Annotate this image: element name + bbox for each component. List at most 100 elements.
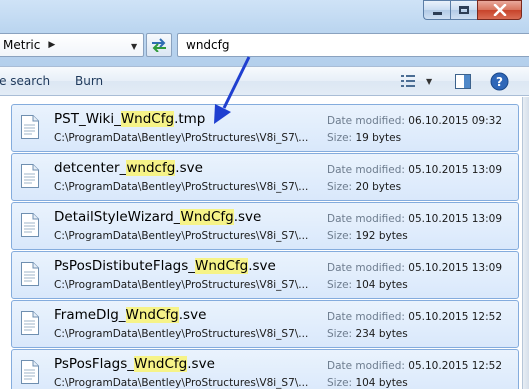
file-path: C:\ProgramData\Bentley\ProStructures\V8i… bbox=[54, 377, 309, 389]
date-modified: Date modified: 05.10.2015 13:09 bbox=[327, 213, 502, 225]
file-size-label: Size: bbox=[327, 181, 353, 193]
list-item[interactable]: DetailStyleWizard_WndCfg.sve C:\ProgramD… bbox=[11, 202, 519, 250]
file-name-prefix: PsPosDistibuteFlags_ bbox=[54, 258, 195, 274]
file-size: Size: 20 bytes bbox=[327, 181, 401, 193]
preview-pane-button[interactable] bbox=[455, 74, 471, 92]
search-results-list: PST_Wiki_WndCfg.tmp C:\ProgramData\Bentl… bbox=[11, 104, 519, 389]
file-size: Size: 104 bytes bbox=[327, 279, 408, 291]
file-icon bbox=[20, 262, 40, 289]
minimize-button[interactable] bbox=[423, 0, 450, 20]
close-button[interactable] bbox=[477, 0, 522, 20]
file-name-prefix: detcenter_ bbox=[54, 160, 127, 176]
maximize-button[interactable] bbox=[450, 0, 477, 20]
file-size-label: Size: bbox=[327, 377, 353, 389]
date-modified-value: 05.10.2015 13:09 bbox=[408, 213, 503, 225]
date-modified-value: 05.10.2015 13:09 bbox=[408, 164, 503, 176]
date-modified-label: Date modified: bbox=[327, 213, 405, 225]
file-name-prefix: PsPosFlags_ bbox=[54, 356, 135, 372]
views-button[interactable]: ▼ bbox=[400, 74, 432, 88]
search-match-highlight: WndCfg bbox=[125, 307, 179, 323]
date-modified: Date modified: 05.10.2015 12:52 bbox=[327, 311, 502, 323]
file-name-prefix: PST_Wiki_ bbox=[54, 111, 121, 127]
date-modified-label: Date modified: bbox=[327, 311, 405, 323]
list-item[interactable]: FrameDlg_WndCfg.sve C:\ProgramData\Bentl… bbox=[11, 300, 519, 348]
file-size-value: 192 bytes bbox=[355, 230, 408, 242]
file-icon bbox=[20, 311, 40, 338]
breadcrumb-chevron-icon[interactable]: ▶ bbox=[48, 40, 55, 50]
file-name-prefix: DetailStyleWizard_ bbox=[54, 209, 181, 225]
search-match-highlight: WndCfg bbox=[194, 258, 249, 274]
file-size-value: 104 bytes bbox=[355, 377, 408, 389]
file-path: C:\ProgramData\Bentley\ProStructures\V8i… bbox=[54, 132, 309, 144]
search-match-highlight: wndcfg bbox=[126, 160, 176, 176]
vertical-scrollbar[interactable] bbox=[522, 97, 529, 389]
date-modified: Date modified: 05.10.2015 13:09 bbox=[327, 262, 502, 274]
date-modified-label: Date modified: bbox=[327, 262, 405, 274]
file-icon bbox=[20, 115, 40, 142]
search-match-highlight: WndCfg bbox=[120, 111, 175, 127]
file-icon bbox=[20, 213, 40, 240]
toolbar: ve search Burn ▼ ? bbox=[0, 66, 529, 96]
file-size: Size: 234 bytes bbox=[327, 328, 408, 340]
file-icon bbox=[20, 164, 40, 191]
window-frame: Metric ▶ ▼ wndcfg bbox=[0, 0, 529, 66]
list-item[interactable]: PsPosDistibuteFlags_WndCfg.sve C:\Progra… bbox=[11, 251, 519, 299]
list-item[interactable]: detcenter_wndcfg.sve C:\ProgramData\Bent… bbox=[11, 153, 519, 201]
file-size: Size: 19 bytes bbox=[327, 132, 401, 144]
file-name: detcenter_wndcfg.sve bbox=[54, 160, 203, 176]
preview-pane-icon bbox=[455, 74, 471, 89]
date-modified-label: Date modified: bbox=[327, 360, 405, 372]
file-path: C:\ProgramData\Bentley\ProStructures\V8i… bbox=[54, 279, 309, 291]
file-name-extension: .sve bbox=[187, 356, 215, 372]
file-name: FrameDlg_WndCfg.sve bbox=[54, 307, 206, 323]
refresh-button[interactable] bbox=[146, 33, 172, 57]
file-name: PST_Wiki_WndCfg.tmp bbox=[54, 111, 205, 127]
address-bar[interactable]: Metric ▶ bbox=[0, 33, 144, 57]
file-name-extension: .tmp bbox=[174, 111, 206, 127]
date-modified: Date modified: 05.10.2015 12:52 bbox=[327, 360, 502, 372]
file-name-extension: .sve bbox=[248, 258, 276, 274]
date-modified-value: 05.10.2015 13:09 bbox=[408, 262, 503, 274]
search-match-highlight: WndCfg bbox=[180, 209, 234, 225]
file-name-extension: .sve bbox=[233, 209, 262, 225]
file-size-label: Size: bbox=[327, 279, 353, 291]
date-modified: Date modified: 06.10.2015 09:32 bbox=[327, 115, 502, 127]
search-input[interactable]: wndcfg bbox=[177, 33, 529, 57]
file-path: C:\ProgramData\Bentley\ProStructures\V8i… bbox=[54, 328, 309, 340]
date-modified-label: Date modified: bbox=[327, 115, 405, 127]
list-item[interactable]: PsPosFlags_WndCfg.sve C:\ProgramData\Ben… bbox=[11, 349, 519, 389]
file-size-value: 19 bytes bbox=[355, 132, 402, 144]
file-size-value: 234 bytes bbox=[355, 328, 408, 340]
maximize-icon bbox=[459, 6, 469, 14]
views-dropdown-icon[interactable]: ▼ bbox=[426, 77, 432, 86]
save-search-button[interactable]: ve search bbox=[0, 74, 50, 88]
date-modified: Date modified: 05.10.2015 13:09 bbox=[327, 164, 502, 176]
help-icon: ? bbox=[490, 72, 509, 91]
file-name: DetailStyleWizard_WndCfg.sve bbox=[54, 209, 261, 225]
help-button[interactable]: ? bbox=[490, 72, 509, 94]
file-size-label: Size: bbox=[327, 328, 353, 340]
search-input-value[interactable]: wndcfg bbox=[186, 38, 229, 52]
refresh-arrows-icon bbox=[152, 38, 166, 52]
search-results-pane: PST_Wiki_WndCfg.tmp C:\ProgramData\Bentl… bbox=[0, 97, 529, 389]
burn-button[interactable]: Burn bbox=[75, 74, 103, 88]
date-modified-value: 05.10.2015 12:52 bbox=[408, 311, 503, 323]
breadcrumb-location[interactable]: Metric bbox=[3, 38, 40, 52]
date-modified-value: 05.10.2015 12:52 bbox=[408, 360, 503, 372]
file-path: C:\ProgramData\Bentley\ProStructures\V8i… bbox=[54, 181, 309, 193]
date-modified-label: Date modified: bbox=[327, 164, 405, 176]
file-size-value: 104 bytes bbox=[355, 279, 408, 291]
file-size: Size: 104 bytes bbox=[327, 377, 408, 389]
minimize-icon bbox=[432, 11, 442, 15]
address-dropdown-icon[interactable]: ▼ bbox=[131, 42, 137, 51]
views-icon bbox=[401, 75, 415, 87]
file-icon bbox=[20, 360, 40, 387]
file-size: Size: 192 bytes bbox=[327, 230, 408, 242]
file-size-value: 20 bytes bbox=[355, 181, 402, 193]
file-name: PsPosDistibuteFlags_WndCfg.sve bbox=[54, 258, 276, 274]
caption-buttons bbox=[423, 0, 522, 20]
list-item[interactable]: PST_Wiki_WndCfg.tmp C:\ProgramData\Bentl… bbox=[11, 104, 519, 152]
close-icon bbox=[493, 4, 506, 16]
file-name-extension: .sve bbox=[178, 307, 207, 323]
file-size-label: Size: bbox=[327, 132, 353, 144]
